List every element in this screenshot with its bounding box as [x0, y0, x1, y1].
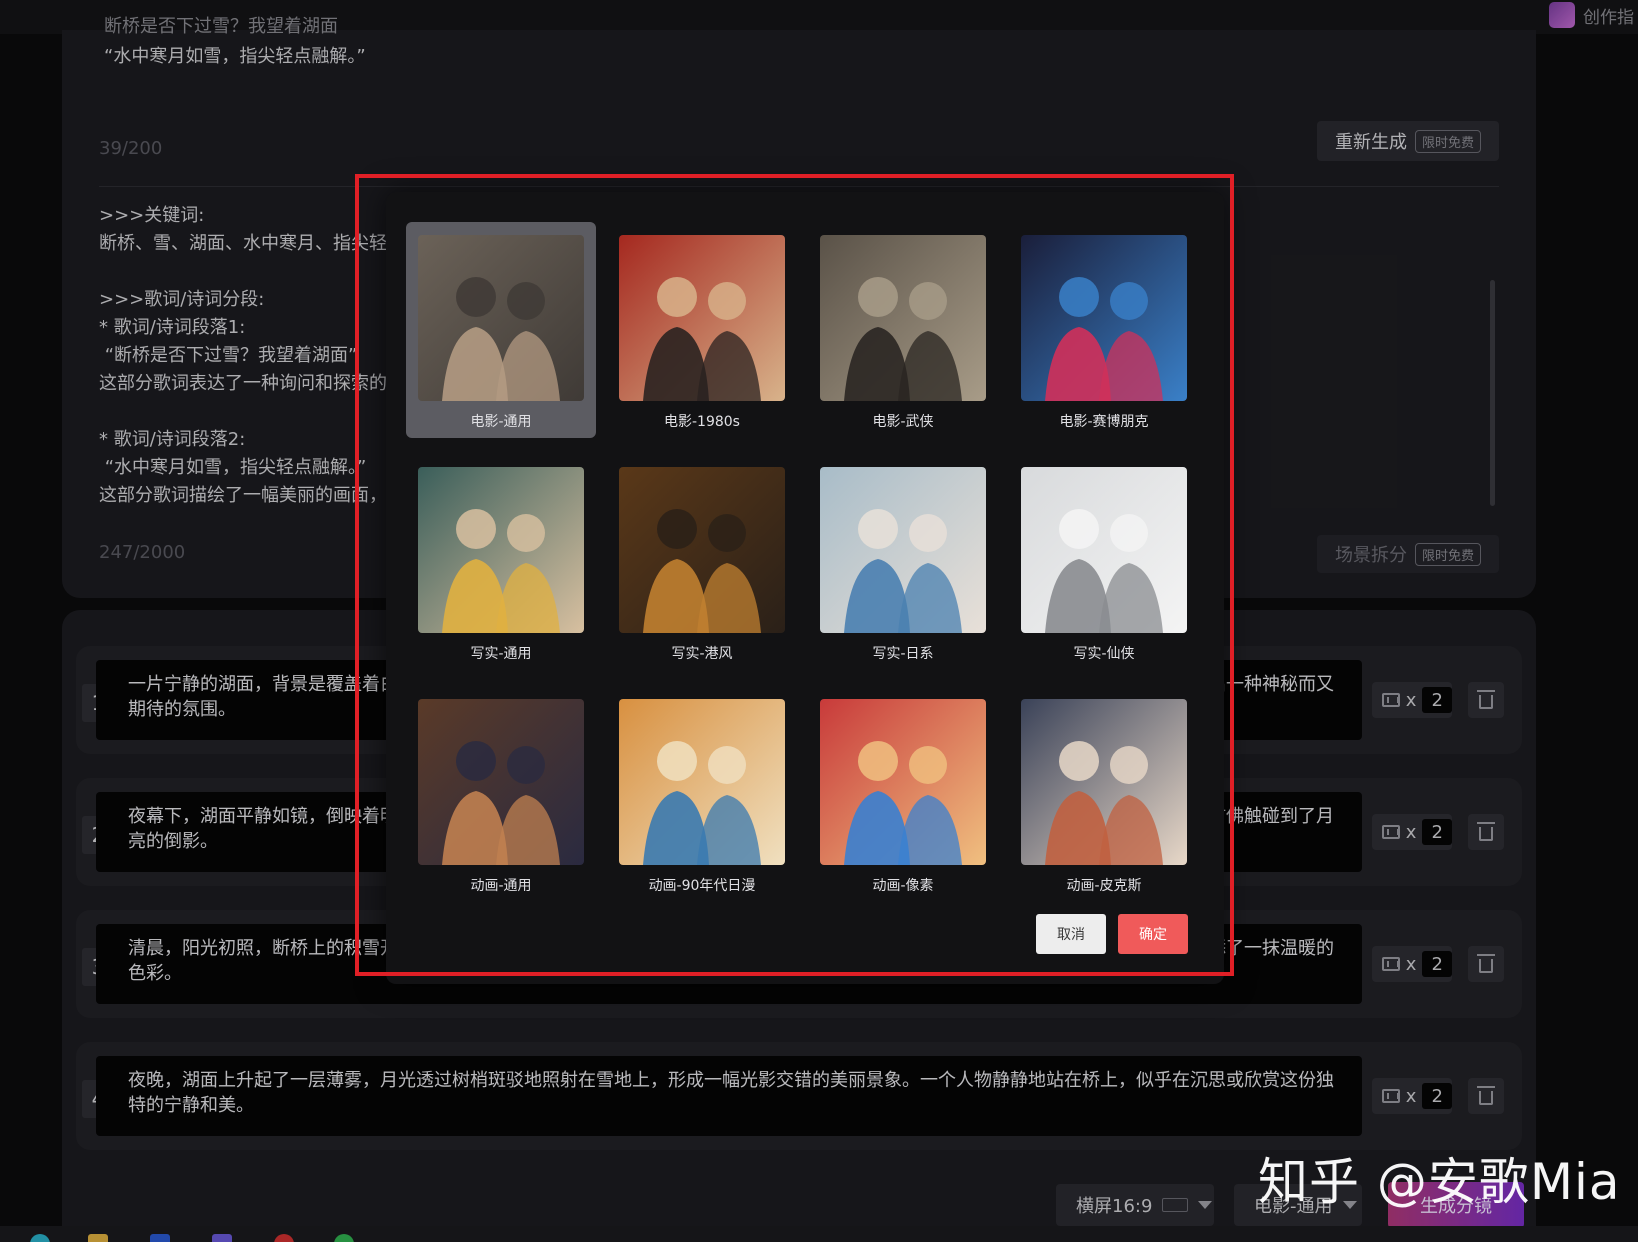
annotation-highlight: [355, 174, 1234, 976]
watermark: 知乎 @安歌Mia: [1258, 1153, 1621, 1211]
